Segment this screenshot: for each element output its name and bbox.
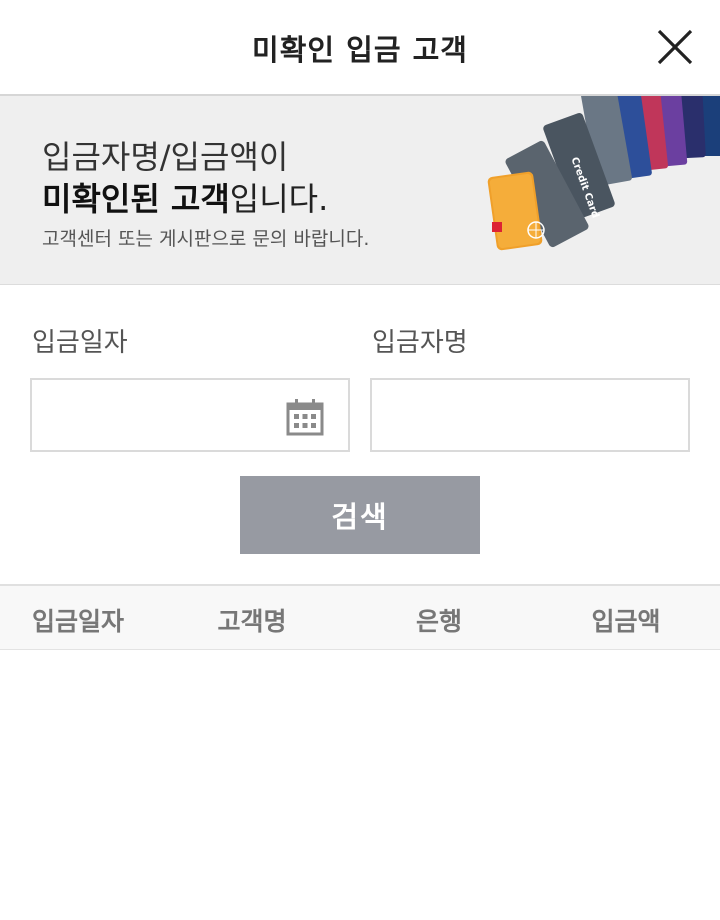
banner-bold-text: 미확인된 고객 [42,180,230,218]
header: 미확인 입금 고객 [0,0,720,96]
depositor-name-field[interactable] [370,378,690,452]
banner-line-2: 미확인된 고객입니다. [42,174,328,220]
date-input[interactable] [32,380,304,450]
depositor-name-label: 입금자명 [372,328,468,358]
close-icon [657,29,693,65]
banner-line-3: 고객센터 또는 게시판으로 문의 바랍니다. [42,228,370,250]
page-title: 미확인 입금 고객 [252,33,468,67]
calendar-icon[interactable] [286,398,324,436]
column-header-bank[interactable]: 은행 [349,602,529,638]
banner-line-2-rest: 입니다. [229,180,329,218]
banner-line-1: 입금자명/입금액이 [42,138,289,176]
date-label: 입금일자 [32,328,128,358]
close-button[interactable] [656,28,694,66]
column-header-deposit-date[interactable]: 입금일자 [0,602,168,638]
credit-cards-illustration: Credit Card [487,96,720,251]
table-header: 입금일자 고객명 은행 입금액 [0,584,720,650]
search-button[interactable]: 검색 [240,476,480,554]
date-field[interactable] [30,378,350,452]
info-banner: 입금자명/입금액이 미확인된 고객입니다. 고객센터 또는 게시판으로 문의 바… [0,96,720,285]
depositor-name-input[interactable] [372,380,688,450]
column-header-customer-name[interactable]: 고객명 [162,602,342,638]
column-header-amount[interactable]: 입금액 [536,602,716,638]
